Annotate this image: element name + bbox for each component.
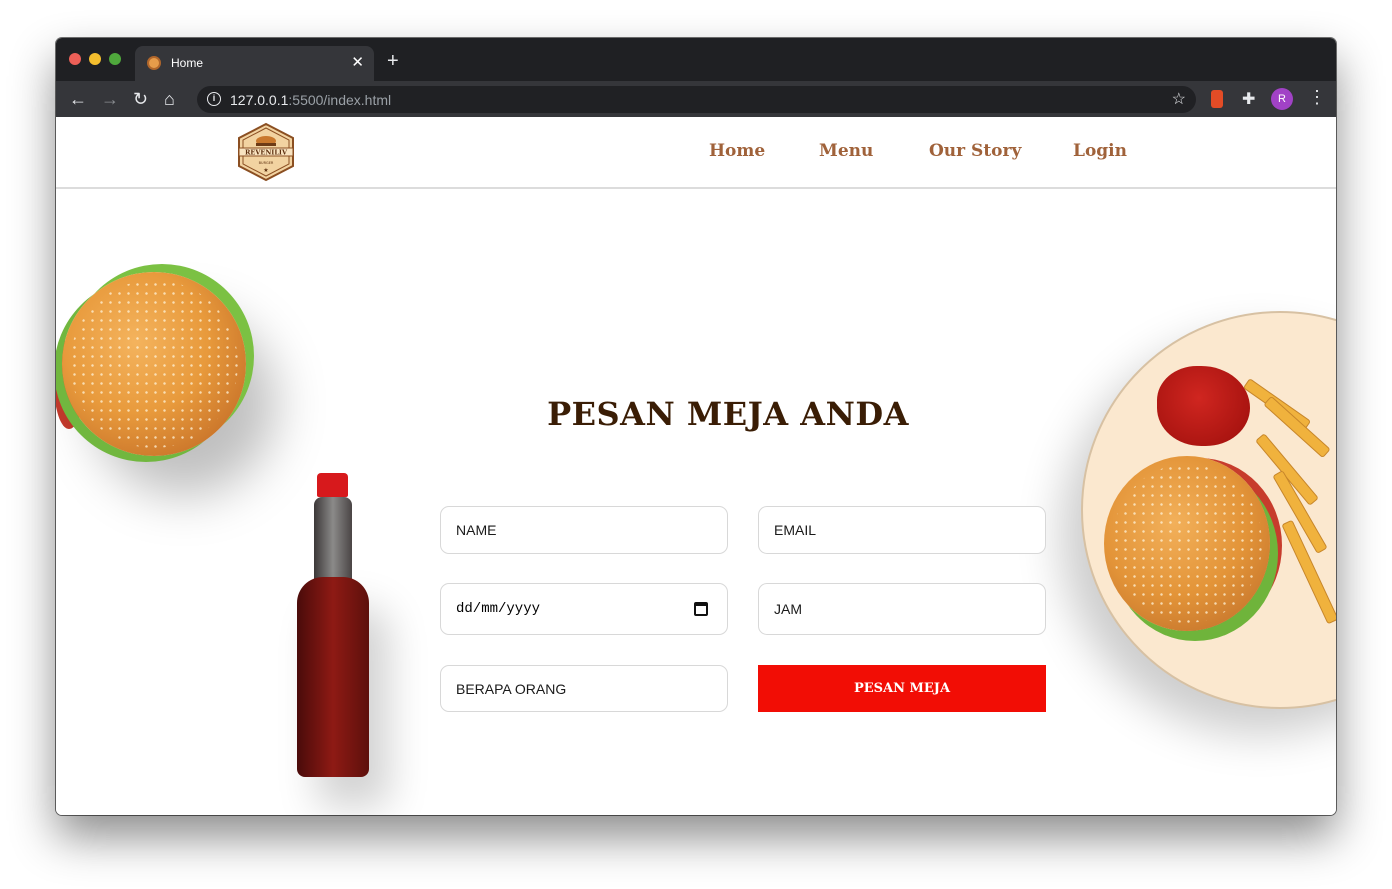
email-input[interactable] bbox=[758, 506, 1046, 554]
logo-subtext: BURGER bbox=[259, 161, 274, 165]
home-icon[interactable]: ⌂ bbox=[164, 89, 175, 109]
nav-home-link[interactable]: Home bbox=[709, 141, 765, 161]
browser-window: Home ✕ + ← → ↻ ⌂ i 127.0.0.1:5500/index.… bbox=[56, 38, 1336, 815]
menu-kebab-icon[interactable]: ⋮ bbox=[1308, 88, 1326, 106]
back-arrow-icon[interactable]: ← bbox=[69, 89, 87, 109]
browser-toolbar: ← → ↻ ⌂ i 127.0.0.1:5500/index.html ☆ ✚ … bbox=[56, 81, 1336, 117]
close-tab-icon[interactable]: ✕ bbox=[351, 53, 364, 71]
url-host: 127.0.0.1 bbox=[230, 92, 289, 108]
burger-favicon-icon bbox=[147, 56, 161, 70]
reload-icon[interactable]: ↻ bbox=[133, 89, 148, 109]
bookmark-star-icon[interactable]: ☆ bbox=[1172, 89, 1186, 109]
name-input[interactable] bbox=[440, 506, 728, 554]
calendar-icon[interactable] bbox=[694, 602, 708, 616]
tab-bar: Home ✕ + bbox=[56, 38, 1336, 81]
browser-tab[interactable]: Home ✕ bbox=[135, 46, 374, 81]
logo-text: REVENILIV bbox=[245, 149, 288, 157]
hot-sauce-bottle-cap bbox=[317, 473, 348, 497]
reveniliv-logo[interactable]: REVENILIV BURGER ★ bbox=[235, 122, 297, 182]
nav-our-story-link[interactable]: Our Story bbox=[929, 141, 1021, 161]
ketchup-image bbox=[1157, 366, 1250, 446]
forward-arrow-icon[interactable]: → bbox=[101, 89, 119, 109]
date-input-value: dd/mm/yyyy bbox=[456, 601, 541, 617]
nav-login-link[interactable]: Login bbox=[1073, 141, 1127, 161]
logo-star-icon: ★ bbox=[263, 167, 268, 174]
people-count-input[interactable] bbox=[440, 665, 728, 712]
close-window-button[interactable] bbox=[69, 53, 81, 65]
time-input[interactable] bbox=[758, 583, 1046, 635]
site-info-icon[interactable]: i bbox=[207, 92, 221, 106]
address-bar[interactable]: i 127.0.0.1:5500/index.html ☆ bbox=[197, 86, 1196, 113]
site-navbar: REVENILIV BURGER ★ Home Menu Our Story L… bbox=[56, 117, 1336, 189]
reservation-title: PESAN MEJA ANDA bbox=[547, 395, 909, 433]
extension-icon[interactable] bbox=[1211, 90, 1223, 108]
hot-sauce-bottle-image bbox=[297, 577, 369, 777]
new-tab-button[interactable]: + bbox=[387, 51, 399, 71]
page-viewport: REVENILIV BURGER ★ Home Menu Our Story L… bbox=[56, 117, 1336, 815]
tab-title: Home bbox=[171, 56, 204, 70]
zoom-window-button[interactable] bbox=[109, 53, 121, 65]
minimize-window-button[interactable] bbox=[89, 53, 101, 65]
puzzle-extensions-icon[interactable]: ✚ bbox=[1242, 89, 1255, 109]
date-input[interactable]: dd/mm/yyyy bbox=[440, 583, 728, 635]
submit-reservation-button[interactable]: PESAN MEJA bbox=[758, 665, 1046, 712]
nav-menu-link[interactable]: Menu bbox=[819, 141, 873, 161]
url-text: 127.0.0.1:5500/index.html bbox=[230, 92, 391, 108]
profile-avatar[interactable]: R bbox=[1271, 88, 1293, 110]
burger-image-left bbox=[62, 272, 246, 456]
burger-image-plate bbox=[1104, 456, 1270, 631]
url-path: :5500/index.html bbox=[288, 92, 392, 108]
